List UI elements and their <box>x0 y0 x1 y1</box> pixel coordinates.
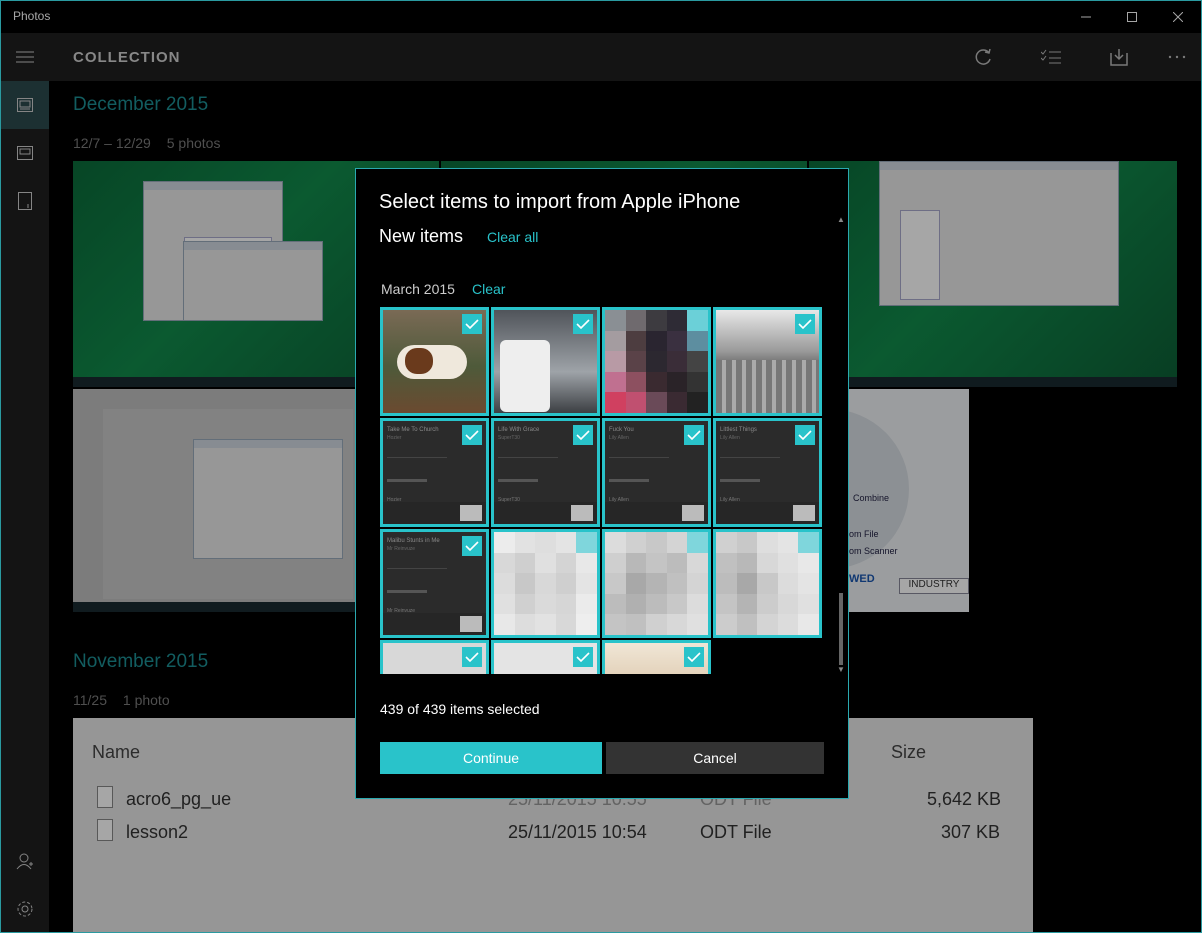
import-tile[interactable] <box>491 529 600 638</box>
song-artist: Lily Allen <box>609 435 629 441</box>
song-artist: SuperT30 <box>498 435 520 441</box>
checkmark-icon <box>576 430 590 440</box>
import-tile[interactable] <box>602 529 711 638</box>
clear-section-link[interactable]: Clear <box>472 281 505 297</box>
import-dialog: Select items to import from Apple iPhone… <box>355 168 849 799</box>
selected-check[interactable] <box>795 314 815 334</box>
checkmark-icon <box>798 430 812 440</box>
import-tile[interactable] <box>491 640 600 674</box>
import-tile[interactable] <box>602 640 711 674</box>
import-tile[interactable]: Take Me To Church Hozier Hozier <box>380 418 489 527</box>
checkmark-icon <box>576 652 590 662</box>
song-title: Life With Grace <box>498 427 540 433</box>
import-tile[interactable]: Fuck You Lily Allen Lily Allen <box>602 418 711 527</box>
continue-button[interactable]: Continue <box>380 742 602 774</box>
dialog-title: Select items to import from Apple iPhone <box>379 191 741 213</box>
checkmark-icon <box>576 319 590 329</box>
selected-check[interactable] <box>462 425 482 445</box>
photos-window: Photos COLLECTION December 2015 12/7 – 1… <box>0 0 1202 933</box>
import-grid[interactable]: Take Me To Church Hozier Hozier Life Wit… <box>380 307 824 674</box>
import-tile[interactable] <box>602 307 711 416</box>
checkmark-icon <box>687 430 701 440</box>
selected-check[interactable] <box>573 647 593 667</box>
cancel-button[interactable]: Cancel <box>606 742 824 774</box>
import-tile[interactable] <box>491 307 600 416</box>
song-artist: Mr Reinvuze <box>387 546 416 552</box>
dialog-subtitle: New items <box>379 226 464 246</box>
song-artist: Lily Allen <box>720 435 740 441</box>
import-tile[interactable]: Life With Grace SuperT30 SuperT30 <box>491 418 600 527</box>
import-tile[interactable] <box>380 307 489 416</box>
import-tile[interactable]: Littlest Things Lily Allen Lily Allen <box>713 418 822 527</box>
scroll-thumb[interactable] <box>839 593 843 665</box>
chevron-up-icon[interactable]: ▲ <box>836 215 846 225</box>
selected-check[interactable] <box>684 425 704 445</box>
song-title: Littlest Things <box>720 427 757 433</box>
section-month: March 2015 <box>381 281 455 297</box>
selected-check[interactable] <box>462 647 482 667</box>
import-tile[interactable] <box>713 529 822 638</box>
selected-check[interactable] <box>462 536 482 556</box>
checkmark-icon <box>687 652 701 662</box>
checkmark-icon <box>465 319 479 329</box>
song-title: Fuck You <box>609 427 634 433</box>
checkmark-icon <box>465 430 479 440</box>
selected-check[interactable] <box>573 314 593 334</box>
selected-check[interactable] <box>462 314 482 334</box>
checkmark-icon <box>465 652 479 662</box>
import-tile[interactable]: Malibu Stunts in Me Mr Reinvuze Mr Reinv… <box>380 529 489 638</box>
song-artist: Hozier <box>387 435 402 441</box>
grid-scrollbar[interactable]: ▲ ▼ <box>836 215 846 675</box>
checkmark-icon <box>798 319 812 329</box>
chevron-down-icon[interactable]: ▼ <box>836 665 846 675</box>
checkmark-icon <box>465 541 479 551</box>
import-tile[interactable] <box>713 307 822 416</box>
selected-check[interactable] <box>684 647 704 667</box>
clear-all-link[interactable]: Clear all <box>487 229 538 245</box>
selected-check[interactable] <box>795 425 815 445</box>
import-tile[interactable] <box>380 640 489 674</box>
selection-count: 439 of 439 items selected <box>380 701 540 717</box>
selected-check[interactable] <box>573 425 593 445</box>
song-title: Malibu Stunts in Me <box>387 538 440 544</box>
song-title: Take Me To Church <box>387 427 439 433</box>
